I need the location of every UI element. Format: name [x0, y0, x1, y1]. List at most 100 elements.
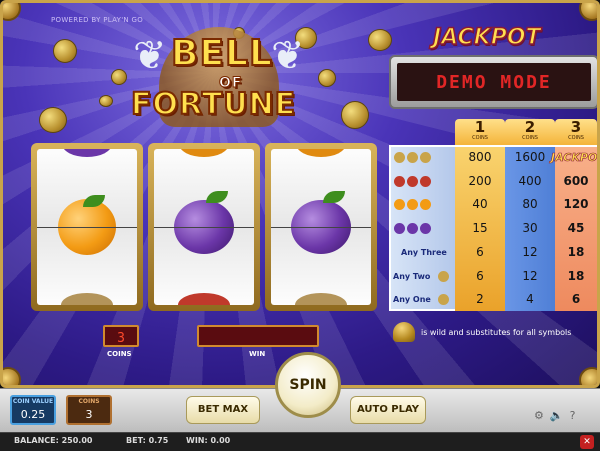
header-label: COINS: [568, 135, 584, 141]
header-label: COINS: [522, 135, 538, 141]
sound-icon[interactable]: 🔈: [550, 410, 564, 422]
payout-value: 4: [526, 292, 534, 307]
three-oranges-icon: [393, 193, 453, 217]
logo-text-fortune: FORTUNE: [130, 86, 297, 123]
payout-value: 2: [476, 292, 484, 307]
header-number: 1: [474, 118, 486, 136]
logo-text-bell: BELL: [170, 32, 273, 75]
coin-value-selector[interactable]: COIN VALUE 0.25: [10, 395, 56, 425]
coins-readout-label: COINS: [107, 350, 132, 358]
payout-value: 40: [472, 197, 488, 212]
balance-text: BALANCE: 250.00: [14, 436, 93, 445]
coin-decoration: [341, 101, 369, 129]
orange-icon: [296, 149, 346, 157]
coins-selector[interactable]: COINS 3: [66, 395, 112, 425]
reel-3: [265, 143, 377, 311]
paytable-row: 200 400 600: [389, 170, 597, 194]
paytable-header-3: 3 COINS: [555, 119, 597, 145]
coin-decoration: [368, 29, 392, 51]
leaf-icon: [206, 191, 228, 203]
reel-2: [148, 143, 260, 311]
reel-window: [37, 149, 137, 305]
status-bar: BALANCE: 250.00 BET: 0.75 WIN: 0.00 ✕: [0, 432, 600, 451]
payout-value: 80: [522, 197, 538, 212]
payout-value: 800: [468, 150, 492, 164]
orange-icon: [179, 149, 229, 157]
payout-value: 12: [522, 244, 538, 259]
payline: [37, 227, 137, 228]
payout-value: 18: [567, 244, 585, 259]
spin-button[interactable]: SPIN: [275, 352, 341, 418]
laurel-icon: ❦: [133, 33, 167, 79]
coin-decoration: [39, 107, 67, 133]
payout-value: 15: [472, 221, 488, 236]
payline: [154, 227, 254, 228]
coin-value-label: COIN VALUE: [12, 398, 54, 405]
paytable: 1 COINS 2 COINS 3 COINS 800 1600 JACKPOT…: [389, 119, 597, 311]
header-number: 2: [524, 118, 536, 136]
three-strawberries-icon: [393, 170, 453, 194]
demo-mode-text: DEMO MODE: [436, 71, 552, 93]
any-three-label: Any Three: [401, 247, 447, 257]
coins-readout-value: 3: [117, 331, 125, 346]
payout-value: 400: [518, 173, 542, 188]
bell-icon: [61, 293, 113, 305]
powered-by-text: POWERED BY PLAY'N GO: [51, 16, 144, 24]
bell-icon: [393, 322, 415, 342]
bet-text: BET: 0.75: [126, 436, 169, 445]
wild-symbol-note: is wild and substitutes for all symbols: [393, 321, 597, 343]
coin-value-amount: 0.25: [20, 408, 46, 421]
paytable-row: 40 80 120: [389, 193, 597, 217]
jackpot-title: JACKPOT: [432, 24, 541, 51]
plum-icon: [62, 149, 112, 157]
reel-window: [271, 149, 371, 305]
header-number: 3: [570, 118, 582, 136]
payout-value: 18: [567, 268, 585, 283]
close-icon[interactable]: ✕: [580, 435, 594, 449]
paytable-header-2: 2 COINS: [505, 119, 555, 145]
corner-ornament: [579, 3, 597, 21]
jackpot-display: DEMO MODE: [389, 55, 597, 109]
wild-note-text: is wild and substitutes for all symbols: [421, 327, 572, 337]
bell-of-fortune-logo: ❦ ❦ BELL OF FORTUNE: [130, 25, 311, 133]
three-plums-icon: [393, 217, 453, 241]
payout-value: 6: [476, 244, 484, 259]
payout-value: 12: [522, 268, 538, 283]
corner-ornament: [3, 3, 21, 21]
paytable-row: 15 30 45: [389, 217, 597, 241]
led-screen: DEMO MODE: [397, 63, 591, 101]
slot-machine-area: POWERED BY PLAY'N GO ❦ ❦ BELL OF FORTUNE: [0, 0, 600, 388]
payout-value: 200: [468, 173, 492, 188]
tool-icons: ⚙ 🔈 ?: [534, 410, 575, 422]
win-readout-label: WIN: [249, 350, 266, 358]
help-icon[interactable]: ?: [570, 410, 576, 422]
header-label: COINS: [472, 135, 488, 141]
payout-jackpot: JACKPOT: [551, 151, 600, 165]
bell-icon: [438, 270, 449, 282]
coin-decoration: [318, 69, 336, 87]
coin-decoration: [99, 95, 113, 107]
coin-decoration: [111, 69, 127, 85]
win-text: WIN: 0.00: [186, 436, 231, 445]
settings-icon[interactable]: ⚙: [534, 410, 544, 422]
paytable-row: 800 1600 JACKPOT: [389, 146, 597, 170]
payout-value: 120: [563, 197, 589, 212]
reel-1: [31, 143, 143, 311]
paytable-row: Any One 2 4 6: [389, 288, 597, 312]
leaf-icon: [323, 191, 345, 203]
bell-icon: [295, 293, 347, 305]
bet-max-button[interactable]: BET MAX: [186, 396, 260, 424]
payout-value: 1600: [514, 150, 546, 164]
payout-value: 45: [567, 221, 585, 236]
payout-value: 600: [563, 173, 589, 188]
win-readout: [197, 325, 319, 347]
paytable-row: Any Two 6 12 18: [389, 265, 597, 289]
coins-selector-label: COINS: [78, 398, 100, 405]
laurel-icon: ❦: [271, 33, 305, 79]
three-bells-icon: [393, 146, 453, 170]
reel-window: [154, 149, 254, 305]
payout-value: 6: [571, 292, 581, 307]
auto-play-button[interactable]: AUTO PLAY: [350, 396, 426, 424]
coins-selector-amount: 3: [85, 408, 93, 421]
paytable-row: Any Three 6 12 18: [389, 241, 597, 265]
